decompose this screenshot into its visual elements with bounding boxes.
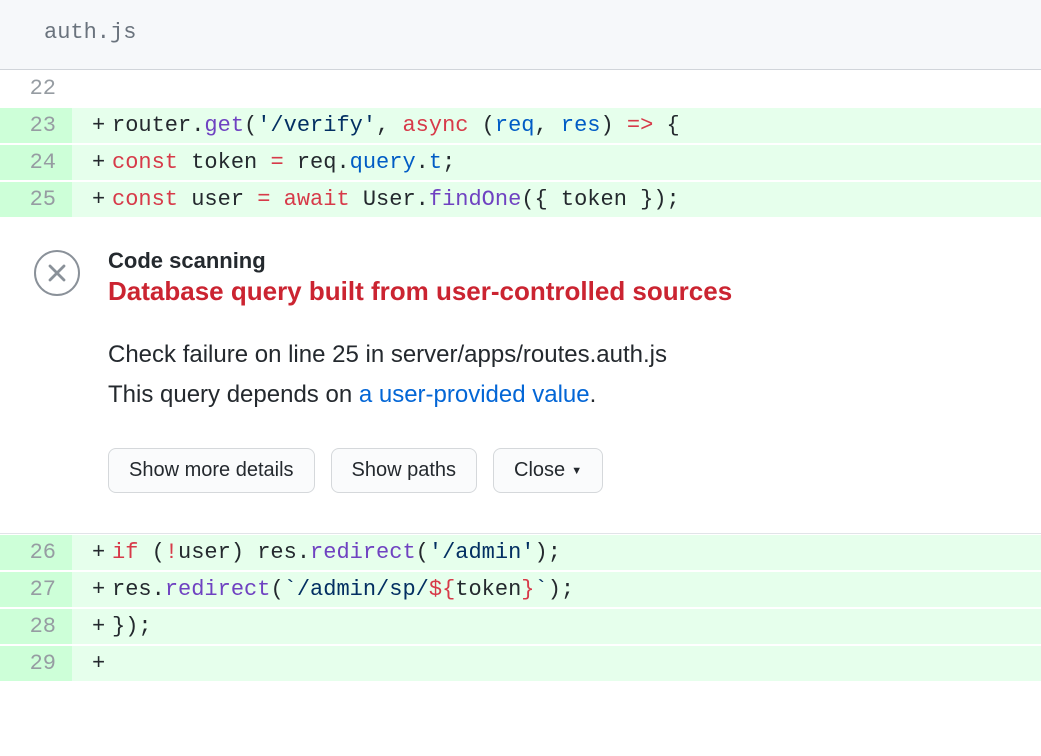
code-line-28: 28 + }); [0,608,1041,645]
code-content: + res.redirect(`/admin/sp/${token}`); [72,572,1041,607]
diff-marker: + [92,609,112,644]
line-number: 27 [0,572,72,607]
diff-marker: + [92,572,112,607]
code-content: + const user = await User.findOne({ toke… [72,182,1041,217]
code-content: + if (!user) res.redirect('/admin'); [72,535,1041,570]
line-number: 28 [0,609,72,644]
line-number: 26 [0,535,72,570]
diff-marker: + [92,646,112,681]
line-number: 22 [0,71,72,106]
code-content: + }); [72,609,1041,644]
close-x-icon [47,263,67,283]
file-header: auth.js [0,0,1041,70]
code-line-22: 22 [0,70,1041,107]
code-line-26: 26 + if (!user) res.redirect('/admin'); [0,534,1041,571]
code-line-24: 24 + const token = req.query.t; [0,144,1041,181]
close-button-label: Close [514,459,565,482]
alert-title: Database query built from user-controlle… [108,276,1021,307]
code-line-25: 25 + const user = await User.findOne({ t… [0,181,1041,218]
diff-marker: + [92,535,112,570]
show-more-details-button[interactable]: Show more details [108,448,315,493]
code-line-27: 27 + res.redirect(`/admin/sp/${token}`); [0,571,1041,608]
caret-down-icon: ▼ [571,465,582,477]
alert-body: Code scanning Database query built from … [108,248,1021,493]
close-dropdown-button[interactable]: Close ▼ [493,448,603,493]
alert-buttons: Show more details Show paths Close ▼ [108,448,1021,493]
diff-marker: + [92,182,112,217]
code-content: + [72,646,1041,681]
line-number: 24 [0,145,72,180]
line-number: 25 [0,182,72,217]
user-provided-value-link[interactable]: a user-provided value [359,381,590,408]
line-number: 29 [0,646,72,681]
code-scanning-alert: Code scanning Database query built from … [0,218,1041,534]
diff-marker: + [92,145,112,180]
file-name: auth.js [44,20,136,45]
alert-icon-wrap [34,248,80,493]
error-icon [34,250,80,296]
alert-desc-prefix: This query depends on [108,381,359,408]
code-line-29: 29 + [0,645,1041,682]
line-number: 23 [0,108,72,143]
code-content: + const token = req.query.t; [72,145,1041,180]
alert-desc-line1: Check failure on line 25 in server/apps/… [108,341,667,368]
alert-label: Code scanning [108,248,1021,274]
diff-marker: + [92,108,112,143]
show-paths-button[interactable]: Show paths [331,448,478,493]
alert-description: Check failure on line 25 in server/apps/… [108,335,1021,414]
alert-desc-suffix: . [590,381,597,408]
code-line-23: 23 + router.get('/verify', async (req, r… [0,107,1041,144]
code-content: + router.get('/verify', async (req, res)… [72,108,1041,143]
